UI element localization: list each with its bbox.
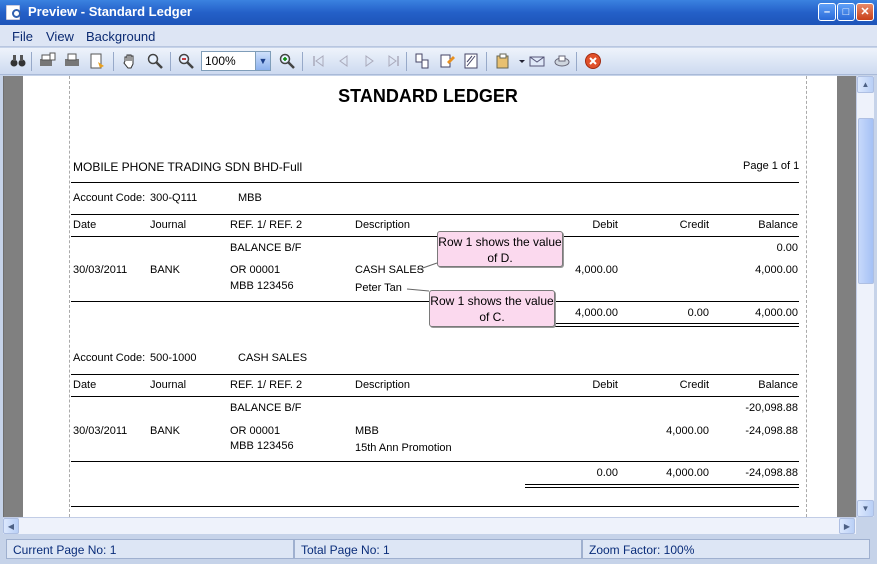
vertical-scrollbar[interactable]: ▲ ▼	[856, 76, 874, 517]
col-header-balance: Balance	[758, 219, 798, 231]
col-header-description: Description	[355, 219, 411, 231]
col-header-ref: REF. 1/ REF. 2	[230, 379, 303, 391]
zoom-tool-icon[interactable]	[146, 52, 164, 70]
col-header-debit: Debit	[592, 219, 618, 231]
total-debit: 4,000.00	[575, 307, 618, 319]
txn-credit: 4,000.00	[666, 425, 709, 437]
total-balance: -24,098.88	[745, 467, 798, 479]
preview-viewport[interactable]: STANDARD LEDGER MOBILE PHONE TRADING SDN…	[3, 76, 856, 517]
report-page: STANDARD LEDGER MOBILE PHONE TRADING SDN…	[23, 76, 837, 517]
maximize-button[interactable]: □	[837, 3, 855, 21]
account-name: CASH SALES	[238, 352, 308, 364]
menu-bar: File View Background	[0, 25, 877, 47]
col-header-journal: Journal	[150, 379, 187, 391]
last-page-icon[interactable]	[384, 52, 402, 70]
txn-journal: BANK	[150, 425, 180, 437]
export-icon[interactable]	[495, 52, 513, 70]
txn-description-2: 15th Ann Promotion	[355, 442, 452, 454]
scroll-down-icon[interactable]: ▼	[857, 500, 874, 517]
txn-debit: 4,000.00	[575, 264, 618, 276]
report-title: STANDARD LEDGER	[338, 86, 518, 106]
opening-balance: -20,098.88	[745, 402, 798, 414]
close-button[interactable]: ✕	[856, 3, 874, 21]
current-page-status: Current Page No: 1	[6, 539, 294, 559]
col-header-date: Date	[73, 379, 97, 391]
toolbar: 100% ▼	[0, 48, 877, 75]
print-setup-icon[interactable]	[38, 52, 56, 70]
watermark-icon[interactable]	[462, 52, 480, 70]
col-header-ref: REF. 1/ REF. 2	[230, 219, 303, 231]
txn-date: 30/03/2011	[73, 264, 128, 276]
balance-bf-label: BALANCE B/F	[230, 242, 302, 254]
close-preview-icon[interactable]	[584, 52, 602, 70]
page-setup-icon[interactable]	[88, 52, 106, 70]
callout-debit-note: Row 1 shows the value of D.	[437, 231, 563, 267]
first-page-icon[interactable]	[310, 52, 328, 70]
txn-ref2: MBB 123456	[230, 440, 294, 452]
preview-app-icon	[6, 5, 21, 20]
next-page-icon[interactable]	[360, 52, 378, 70]
window-title: Preview - Standard Ledger	[28, 4, 192, 19]
fax-icon[interactable]	[553, 52, 571, 70]
page-info: Page 1 of 1	[743, 160, 800, 172]
hand-tool-icon[interactable]	[121, 52, 139, 70]
title-bar: Preview - Standard Ledger – □ ✕	[0, 0, 877, 25]
zoom-select[interactable]: 100% ▼	[201, 51, 271, 71]
total-page-status: Total Page No: 1	[294, 539, 582, 559]
account-name: MBB	[238, 192, 262, 204]
scroll-thumb[interactable]	[858, 118, 874, 284]
account-code: 300-Q111	[150, 192, 198, 204]
scroll-up-icon[interactable]: ▲	[857, 76, 874, 93]
minimize-button[interactable]: –	[818, 3, 836, 21]
account-code: 500-1000	[150, 352, 197, 364]
txn-date: 30/03/2011	[73, 425, 128, 437]
edit-page-icon[interactable]	[438, 52, 456, 70]
zoom-value: 100%	[205, 54, 236, 68]
txn-ref1: OR 00001	[230, 264, 281, 276]
txn-ref1: OR 00001	[230, 425, 281, 437]
txn-ref2: MBB 123456	[230, 280, 294, 292]
total-credit: 4,000.00	[666, 467, 709, 479]
email-icon[interactable]	[528, 52, 546, 70]
scroll-right-icon[interactable]: ▶	[839, 518, 855, 534]
menu-view[interactable]: View	[46, 29, 74, 44]
txn-description-2: Peter Tan	[355, 282, 402, 294]
txn-balance: 4,000.00	[755, 264, 798, 276]
txn-journal: BANK	[150, 264, 180, 276]
previous-page-icon[interactable]	[335, 52, 353, 70]
total-balance: 4,000.00	[755, 307, 798, 319]
col-header-balance: Balance	[758, 379, 798, 391]
col-header-credit: Credit	[679, 219, 709, 231]
menu-background[interactable]: Background	[86, 29, 155, 44]
zoom-out-icon[interactable]	[177, 52, 195, 70]
scroll-left-icon[interactable]: ◀	[3, 518, 19, 534]
callout-credit-note: Row 1 shows the value of C.	[429, 290, 555, 327]
menu-file[interactable]: File	[12, 29, 33, 44]
balance-bf-label: BALANCE B/F	[230, 402, 302, 414]
opening-balance: 0.00	[776, 242, 798, 254]
chevron-down-icon[interactable]: ▼	[255, 52, 270, 70]
col-header-journal: Journal	[150, 219, 187, 231]
print-icon[interactable]	[63, 52, 81, 70]
txn-description: CASH SALES	[355, 264, 425, 276]
horizontal-scrollbar[interactable]: ◀ ▶	[3, 517, 856, 534]
col-header-date: Date	[73, 219, 97, 231]
zoom-in-icon[interactable]	[278, 52, 296, 70]
col-header-credit: Credit	[679, 379, 709, 391]
total-debit: 0.00	[596, 467, 618, 479]
page-layout-icon[interactable]	[413, 52, 431, 70]
find-icon[interactable]	[9, 52, 27, 70]
col-header-description: Description	[355, 379, 411, 391]
zoom-factor-status: Zoom Factor: 100%	[582, 539, 870, 559]
account-code-label: Account Code:	[73, 352, 146, 364]
txn-balance: -24,098.88	[745, 425, 798, 437]
txn-description: MBB	[355, 425, 379, 437]
total-credit: 0.00	[687, 307, 709, 319]
status-bar: Current Page No: 1 Total Page No: 1 Zoom…	[0, 536, 877, 564]
export-dropdown-icon[interactable]	[513, 52, 525, 70]
col-header-debit: Debit	[592, 379, 618, 391]
company-name: MOBILE PHONE TRADING SDN BHD-Full	[73, 160, 303, 174]
account-code-label: Account Code:	[73, 192, 146, 204]
